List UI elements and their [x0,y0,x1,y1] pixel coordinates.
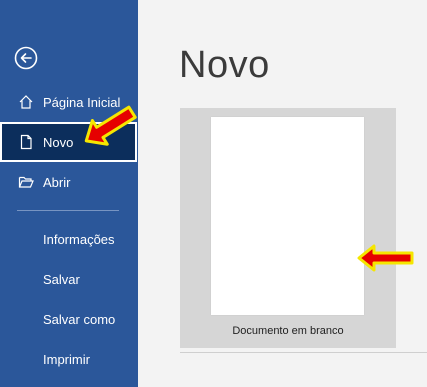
new-document-icon [20,134,32,150]
blank-page-thumbnail [211,117,364,315]
page-title: Novo [179,44,270,86]
main-panel: Novo Documento em branco [138,0,427,387]
sidebar-item-label: Salvar [43,271,80,287]
sidebar-item-label: Novo [43,134,74,150]
annotation-arrow-icon [357,244,414,272]
section-divider [180,352,427,353]
sidebar-item-label: Informações [43,231,115,247]
sidebar-item-label: Imprimir [43,351,90,367]
backstage-sidebar: Página Inicial Novo Abrir Informações Sa… [0,0,138,387]
sidebar-item-info[interactable]: Informações [0,219,138,259]
blank-document-template[interactable]: Documento em branco [180,108,396,348]
sidebar-divider [17,210,119,211]
home-icon [19,95,33,109]
template-label: Documento em branco [232,325,344,337]
annotation-arrow-icon [84,105,137,146]
sidebar-item-save[interactable]: Salvar [0,259,138,299]
sidebar-item-label: Abrir [43,174,71,190]
sidebar-item-save-as[interactable]: Salvar como [0,299,138,339]
sidebar-item-label: Salvar como [43,311,116,327]
sidebar-item-open[interactable]: Abrir [0,162,138,202]
sidebar-item-print[interactable]: Imprimir [0,339,138,379]
back-arrow-circle-icon[interactable] [14,46,38,70]
open-folder-icon [18,176,34,188]
